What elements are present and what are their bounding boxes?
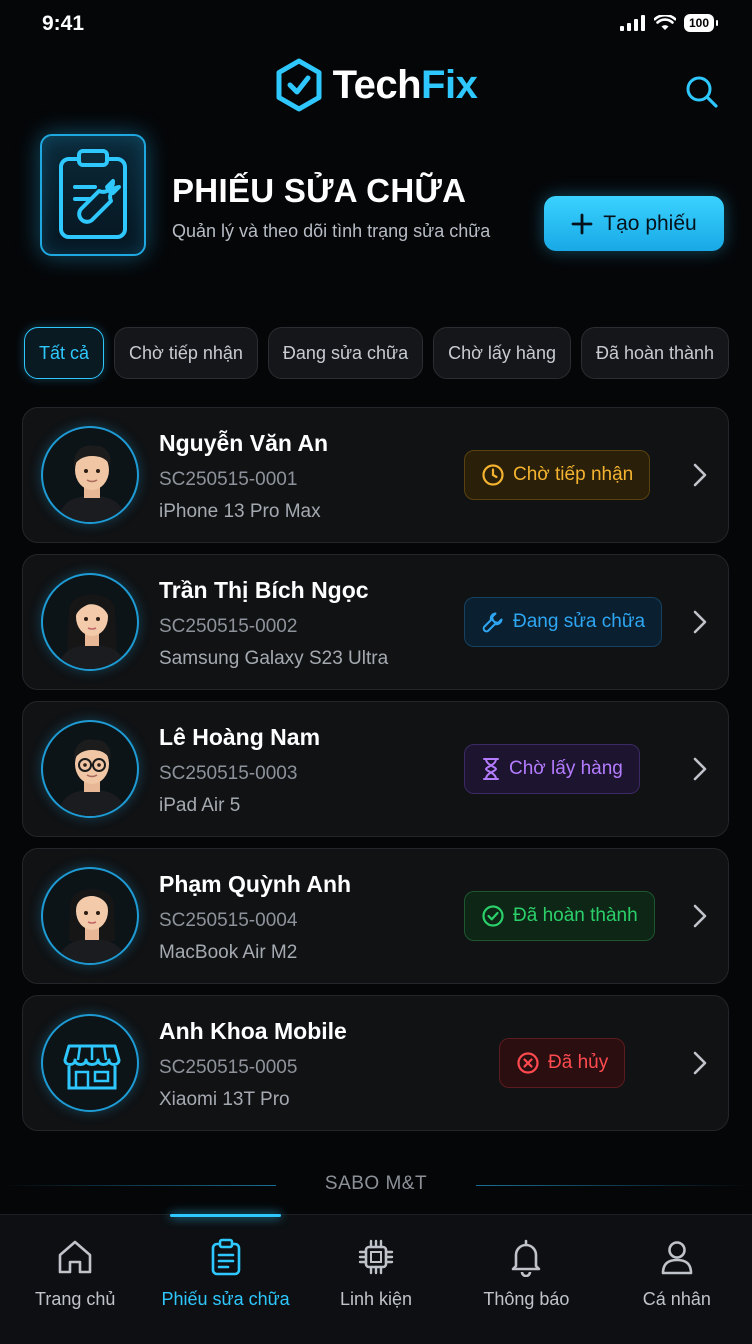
nav-components[interactable]: Linh kiện [301, 1215, 451, 1344]
ticket-card[interactable]: Trần Thị Bích Ngọc SC250515-0002 Samsung… [22, 554, 729, 690]
ticket-code: SC250515-0004 [159, 910, 298, 931]
status-label: Đã hoàn thành [513, 905, 638, 926]
wifi-icon [653, 15, 676, 30]
filter-awaiting-pickup[interactable]: Chờ lấy hàng [433, 327, 571, 379]
storefront-icon [63, 1044, 121, 1090]
nav-label: Cá nhân [642, 1289, 711, 1309]
nav-label: Phiếu sửa chữa [161, 1289, 290, 1309]
chevron-right-icon[interactable] [692, 903, 708, 929]
logo-text: TechFix [333, 63, 478, 108]
chevron-right-icon[interactable] [692, 462, 708, 488]
ticket-code: SC250515-0002 [159, 616, 298, 637]
nav-home[interactable]: Trang chủ [0, 1215, 150, 1344]
home-icon [58, 1240, 92, 1274]
chip-icon [358, 1239, 394, 1275]
device-name: Samsung Galaxy S23 Ultra [159, 648, 389, 669]
customer-name: Phạm Quỳnh Anh [159, 871, 352, 897]
filter-tabs: Tất cả Chờ tiếp nhận Đang sửa chữa Chờ l… [24, 327, 730, 379]
status-badge: Chờ tiếp nhận [464, 450, 651, 500]
ticket-code: SC250515-0005 [159, 1057, 298, 1078]
ticket-code: SC250515-0001 [159, 469, 298, 490]
check-circle-icon [482, 905, 504, 927]
nav-label: Thông báo [483, 1289, 570, 1309]
logo-hexagon-icon [276, 58, 322, 112]
status-badge: Chờ lấy hàng [464, 744, 640, 794]
nav-repair-tickets[interactable]: Phiếu sửa chữa [150, 1214, 300, 1344]
avatar [41, 720, 139, 818]
ticket-card[interactable]: Phạm Quỳnh Anh SC250515-0004 MacBook Air… [22, 848, 729, 984]
logo-text-fix: Fix [421, 62, 478, 107]
filter-repairing[interactable]: Đang sửa chữa [267, 327, 424, 379]
status-label: Chờ tiếp nhận [513, 464, 634, 485]
filter-awaiting-intake[interactable]: Chờ tiếp nhận [114, 327, 258, 379]
plus-icon [571, 213, 593, 234]
search-button[interactable] [682, 72, 722, 112]
clock-icon [482, 464, 504, 486]
ticket-card[interactable]: Lê Hoàng Nam SC250515-0003 iPad Air 5 Ch… [22, 701, 729, 837]
status-label: Đang sửa chữa [513, 611, 646, 632]
bell-icon [512, 1239, 541, 1277]
ticket-card[interactable]: Anh Khoa Mobile SC250515-0005 Xiaomi 13T… [22, 995, 729, 1131]
customer-name: Trần Thị Bích Ngọc [159, 577, 369, 603]
device-name: MacBook Air M2 [159, 942, 298, 963]
bottom-nav: Trang chủ Phiếu sửa chữa Linh kiện Thông… [0, 1214, 752, 1344]
status-badge: Đã hoàn thành [464, 891, 655, 941]
nav-label: Linh kiện [339, 1289, 413, 1309]
signal-icon [619, 15, 645, 31]
filter-all[interactable]: Tất cả [24, 327, 105, 379]
wrench-icon [482, 612, 503, 633]
ticket-card[interactable]: Nguyễn Văn An SC250515-0001 iPhone 13 Pr… [22, 407, 729, 543]
chevron-right-icon[interactable] [692, 1050, 708, 1076]
filter-completed[interactable]: Đã hoàn thành [580, 327, 730, 379]
status-label: Chờ lấy hàng [509, 758, 623, 779]
search-icon [686, 76, 718, 108]
chevron-right-icon[interactable] [692, 609, 708, 635]
x-circle-icon [517, 1052, 539, 1074]
device-name: Xiaomi 13T Pro [159, 1089, 290, 1110]
logo-text-tech: Tech [332, 62, 422, 107]
repair-clipboard-icon [40, 134, 146, 256]
avatar [41, 426, 139, 524]
status-badge: Đang sửa chữa [464, 597, 663, 647]
avatar [41, 573, 139, 671]
hourglass-icon [483, 758, 499, 780]
footer-brand: SABO M&T [324, 1173, 428, 1194]
battery-indicator: 100 [683, 14, 719, 32]
user-icon [661, 1241, 693, 1275]
page-title: PHIẾU SỬA CHỮA [172, 172, 467, 209]
nav-notifications[interactable]: Thông báo [451, 1215, 601, 1344]
status-label: Đã hủy [548, 1052, 609, 1073]
avatar [41, 867, 139, 965]
device-name: iPhone 13 Pro Max [159, 501, 321, 522]
app-logo: TechFix [0, 58, 752, 112]
create-ticket-button[interactable]: Tạo phiếu [544, 196, 724, 251]
status-badge: Đã hủy [499, 1038, 626, 1088]
page-subtitle: Quản lý và theo dõi tình trạng sửa chữa [172, 221, 491, 241]
create-ticket-label: Tạo phiếu [603, 211, 697, 235]
customer-name: Lê Hoàng Nam [159, 724, 321, 750]
ticket-code: SC250515-0003 [159, 763, 298, 784]
store-avatar [41, 1014, 139, 1112]
customer-name: Nguyễn Văn An [159, 430, 329, 456]
chevron-right-icon[interactable] [692, 756, 708, 782]
customer-name: Anh Khoa Mobile [159, 1018, 347, 1044]
status-icons: 100 [619, 14, 719, 32]
nav-label: Trang chủ [35, 1289, 116, 1309]
status-time: 9:41 [42, 12, 85, 35]
clipboard-icon [211, 1238, 240, 1276]
device-name: iPad Air 5 [159, 795, 241, 816]
nav-profile[interactable]: Cá nhân [602, 1215, 752, 1344]
